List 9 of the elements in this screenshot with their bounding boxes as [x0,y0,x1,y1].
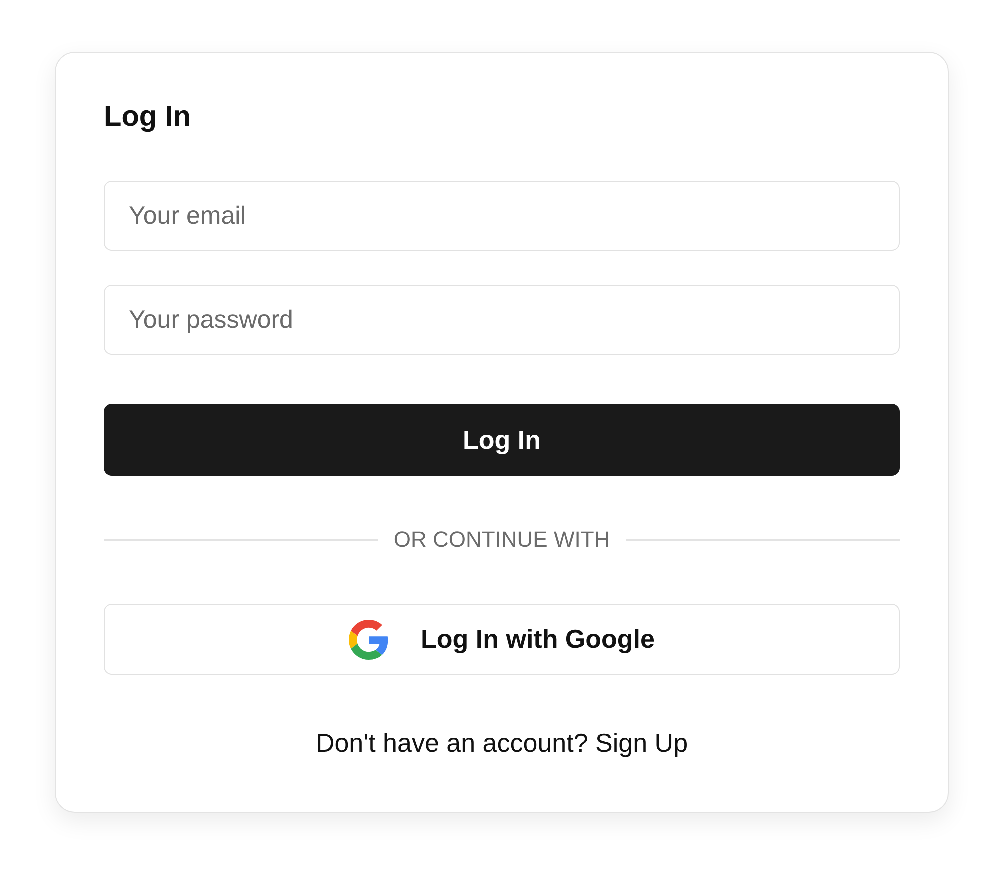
login-button[interactable]: Log In [104,404,900,476]
google-login-button[interactable]: Log In with Google [104,604,900,675]
card-title: Log In [104,100,192,135]
divider-label: OR CONTINUE WITH [394,526,610,554]
signup-link[interactable]: Sign Up [596,728,688,758]
g-logo-icon [349,620,390,660]
input-field[interactable]: Your email [104,181,900,251]
input-field[interactable]: Your password [104,285,900,355]
signup-prompt: Don't have an account? Sign Up [314,727,690,760]
